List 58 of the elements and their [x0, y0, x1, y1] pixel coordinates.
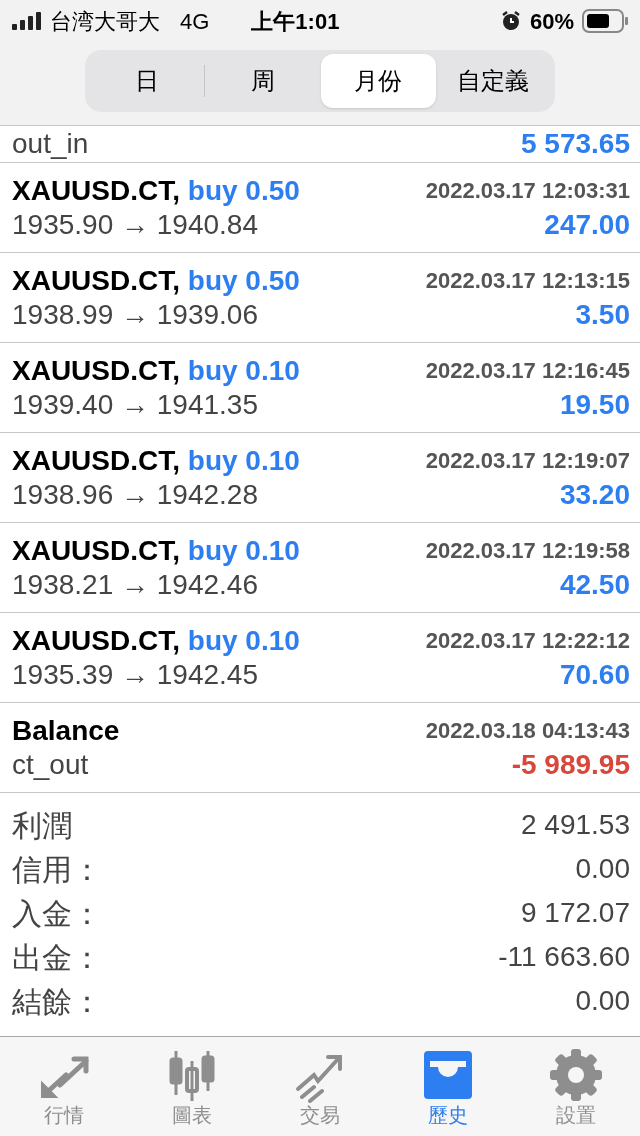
deal-time: 2022.03.17 12:16:45: [425, 359, 630, 382]
network-type: 4G: [180, 7, 210, 36]
deal-title: XAUUSD.CT, buy 0.10: [12, 356, 300, 385]
summary-label: 出金：: [12, 939, 102, 976]
deal-comment: ct_out: [12, 750, 89, 779]
summary-value: 9 172.07: [521, 896, 630, 930]
deal-profit: 247.00: [544, 210, 630, 239]
status-time: 上午1:01: [251, 7, 340, 36]
deal-time: 2022.03.17 12:22:12: [425, 629, 630, 652]
summary-label: 信用：: [12, 851, 102, 888]
deal-title: Balance: [12, 716, 120, 745]
deal-title: XAUUSD.CT, buy 0.50: [12, 266, 300, 295]
deal-time: 2022.03.17 12:03:31: [425, 179, 630, 202]
deal-time: 2022.03.17 12:19:07: [425, 449, 630, 472]
deal-row[interactable]: XAUUSD.CT, buy 0.10 2022.03.17 12:16:45 1939.40 → 1941.35 19.50: [0, 343, 640, 433]
signal-icon: [12, 12, 42, 30]
deal-prices: 1935.90 → 1940.84: [12, 210, 258, 239]
summary-value: 2 491.53: [521, 808, 630, 842]
deal-profit: 33.20: [559, 480, 630, 509]
deal-row[interactable]: XAUUSD.CT, buy 0.50 2022.03.17 12:03:31 1935.90 → 1940.84 247.00: [0, 163, 640, 253]
deal-profit: 42.50: [559, 570, 630, 599]
deal-prices: 1935.39 → 1942.45: [12, 660, 258, 689]
deal-row[interactable]: XAUUSD.CT, buy 0.10 2022.03.17 12:19:07 1938.96 → 1942.28 33.20: [0, 433, 640, 523]
deal-comment: out_in: [12, 130, 89, 158]
deal-prices: 1938.96 → 1942.28: [12, 480, 258, 509]
battery-icon: [582, 9, 628, 33]
deal-profit: -5 989.95: [511, 750, 630, 779]
summary-label: 利潤: [12, 807, 72, 844]
deal-prices: 1939.40 → 1941.35: [12, 390, 258, 419]
period-tab[interactable]: 月份: [320, 54, 436, 108]
period-tab[interactable]: 周: [205, 54, 321, 108]
deal-time: 2022.03.18 04:13:43: [425, 719, 630, 742]
deal-time: 2022.03.17 12:13:15: [425, 269, 630, 292]
deal-title: XAUUSD.CT, buy 0.10: [12, 536, 300, 565]
deal-prices: 1938.99 → 1939.06: [12, 300, 258, 329]
deal-title: XAUUSD.CT, buy 0.10: [12, 626, 300, 655]
summary-label: 入金：: [12, 895, 102, 932]
period-tab[interactable]: 自定義: [435, 54, 551, 108]
carrier-name: 台湾大哥大: [50, 7, 160, 36]
deal-row[interactable]: Balance 2022.03.18 04:13:43 ct_out -5 989.95: [0, 703, 640, 793]
battery-percent: 60%: [529, 7, 574, 36]
summary-value: 0.00: [575, 984, 630, 1018]
deal-title: XAUUSD.CT, buy 0.10: [12, 446, 300, 475]
summary-value: 0.00: [575, 852, 630, 886]
deal-title: XAUUSD.CT, buy 0.50: [12, 176, 300, 205]
deal-profit: 19.50: [559, 390, 630, 419]
deal-row[interactable]: XAUUSD.CT, buy 0.10 2022.03.17 12:19:58 1938.21 → 1942.46 42.50: [0, 523, 640, 613]
deal-profit: 5 573.65: [521, 130, 630, 158]
tab-bar-item[interactable]: 歷史: [384, 1037, 512, 1136]
deal-time: 2022.03.17 12:19:58: [425, 539, 630, 562]
deal-profit: 70.60: [559, 660, 630, 689]
deal-profit: 3.50: [575, 300, 630, 329]
summary-label: 結餘：: [12, 983, 102, 1020]
period-tab[interactable]: 日: [89, 54, 205, 108]
deal-prices: 1938.21 → 1942.46: [12, 570, 258, 599]
deal-row[interactable]: XAUUSD.CT, buy 0.50 2022.03.17 12:13:15 1938.99 → 1939.06 3.50: [0, 253, 640, 343]
deal-row[interactable]: XAUUSD.CT, buy 0.10 2022.03.17 12:22:12 1935.39 → 1942.45 70.60: [0, 613, 640, 703]
summary-value: -11 663.60: [498, 940, 630, 974]
